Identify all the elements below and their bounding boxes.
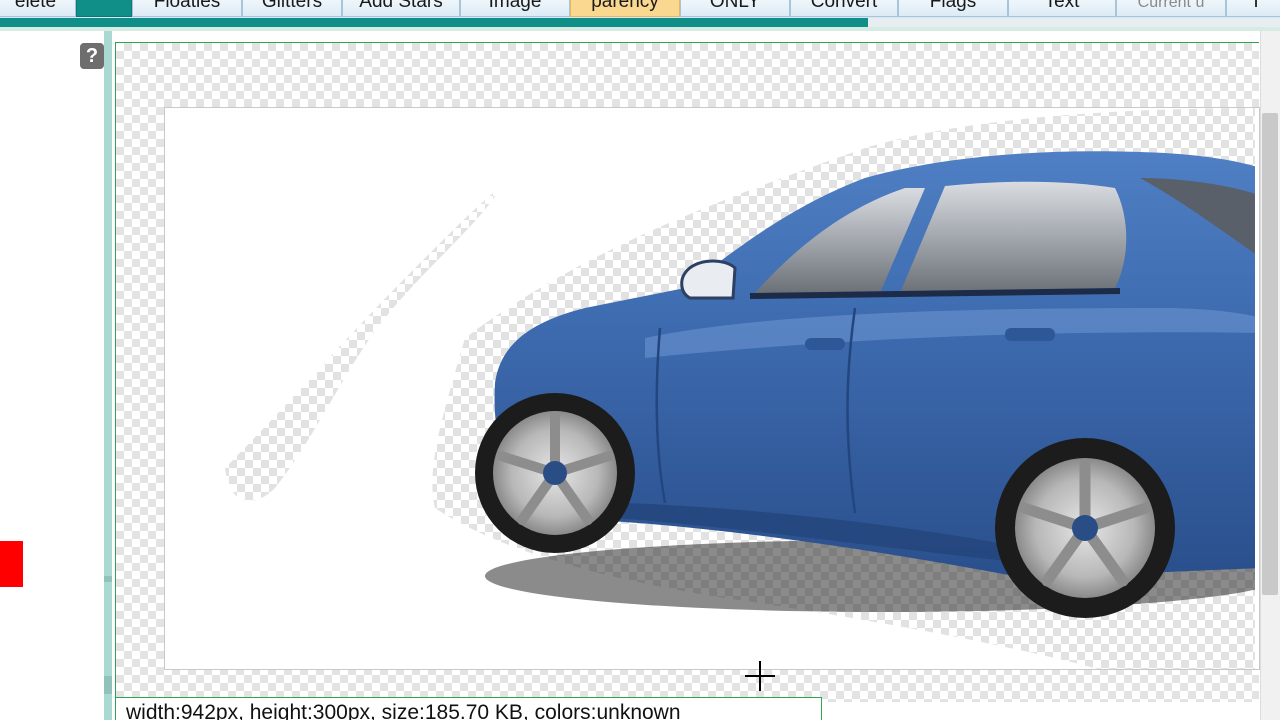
tab-convert[interactable]: Convert	[790, 0, 898, 17]
question-icon[interactable]: ?	[80, 43, 104, 69]
tab-flags[interactable]: Flags	[898, 0, 1008, 17]
side-mirror	[680, 259, 737, 300]
image-info-status: width:942px, height:300px, size:185.70 K…	[115, 697, 822, 720]
red-marker	[0, 541, 23, 587]
progress-fill	[0, 18, 868, 27]
tab-active[interactable]	[76, 0, 132, 17]
crosshair-cursor-icon	[745, 661, 775, 691]
car-image-svg	[165, 108, 1259, 669]
front-door-handle	[805, 338, 845, 350]
tab-text[interactable]: Text	[1008, 0, 1116, 17]
scrollbar-thumb[interactable]	[1262, 113, 1278, 595]
rear-door-handle	[1005, 328, 1055, 341]
tab-only[interactable]: ONLY	[680, 0, 790, 17]
tab-floaties[interactable]: Floaties	[132, 0, 242, 17]
tab-transparency[interactable]: parency	[570, 0, 680, 17]
tab-add-stars[interactable]: Add Stars	[342, 0, 460, 17]
tab-image[interactable]: Image	[460, 0, 570, 17]
left-gutter-marker	[104, 576, 112, 582]
left-gutter-bar	[104, 31, 112, 720]
tab-more[interactable]: I	[1226, 0, 1280, 17]
tab-current[interactable]: Current u	[1116, 0, 1226, 17]
tab-delete[interactable]: elete	[0, 0, 76, 17]
left-gutter-marker-bottom	[104, 676, 112, 694]
toolbar-tabs: elete Floaties Glitters Add Stars Image …	[0, 0, 1280, 18]
app-window: elete Floaties Glitters Add Stars Image …	[0, 0, 1280, 720]
car-image[interactable]	[164, 107, 1260, 670]
tab-glitters[interactable]: Glitters	[242, 0, 342, 17]
progress-divider	[0, 27, 1280, 31]
